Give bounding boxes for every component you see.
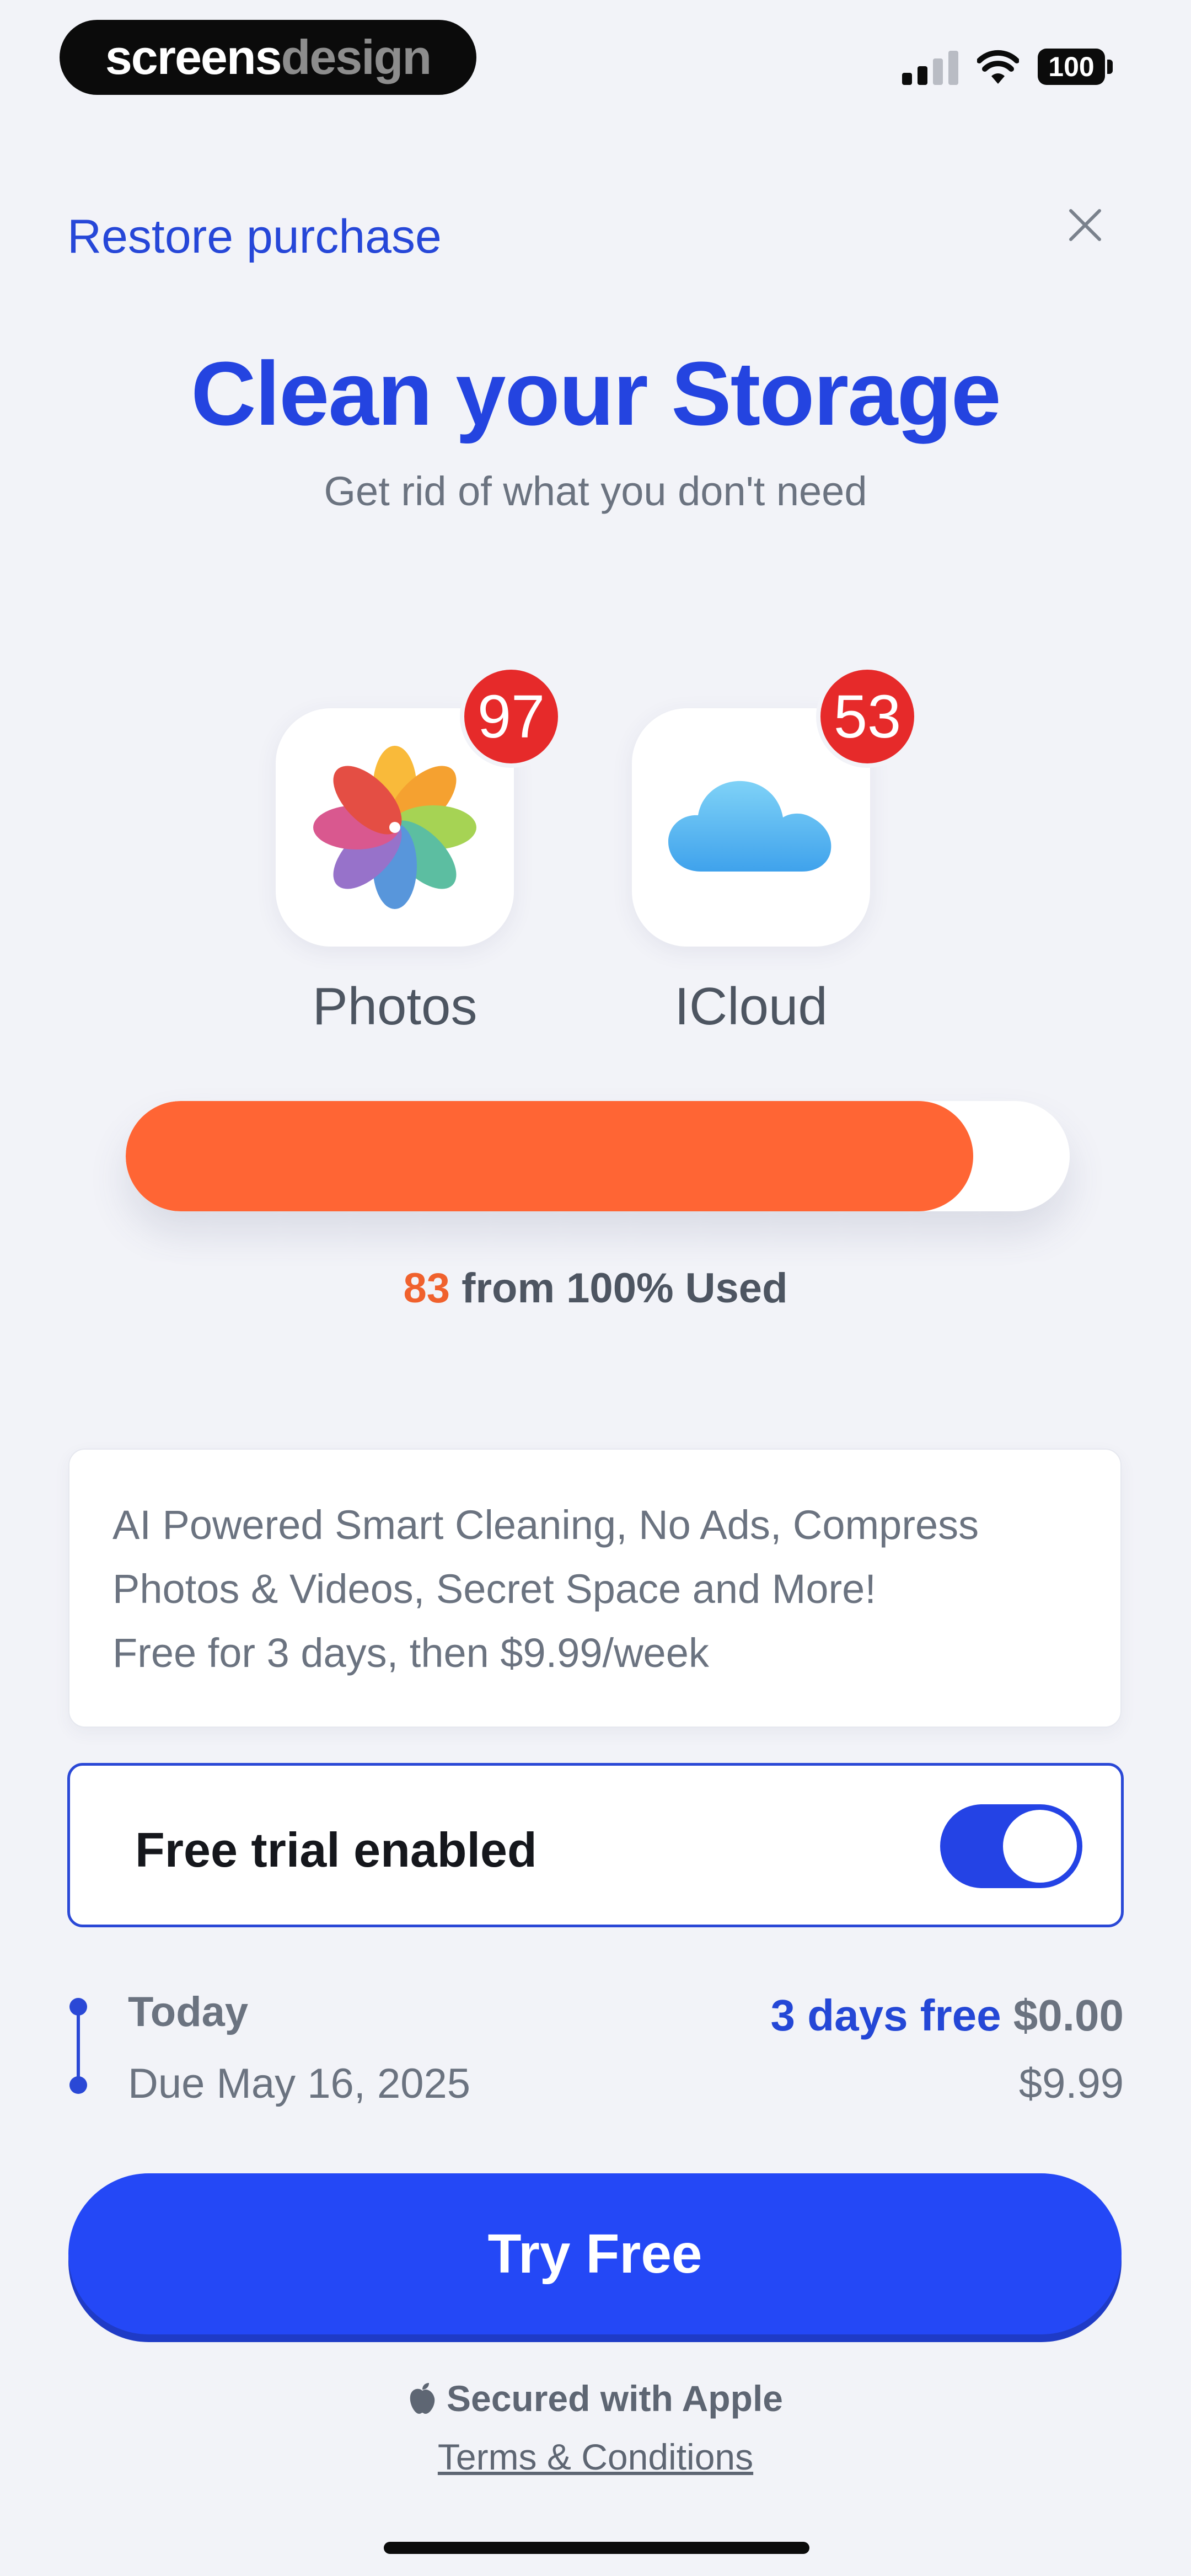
storage-used-suffix: from 100% Used (450, 1265, 788, 1312)
watermark-text-design: design (281, 30, 432, 84)
screensdesign-watermark: screens design (60, 20, 476, 95)
today-label: Today (128, 1989, 249, 2035)
features-card: AI Powered Smart Cleaning, No Ads, Compr… (68, 1449, 1122, 1728)
photos-count-badge: 97 (460, 665, 562, 768)
icloud-app-icon (668, 781, 831, 872)
close-icon[interactable] (1065, 205, 1105, 245)
storage-progress-bar (126, 1101, 1070, 1211)
feature-line-2: Photos & Videos, Secret Space and More! (112, 1566, 876, 1612)
photos-label: Photos (312, 977, 478, 1036)
today-price-row: 3 days free $0.00 (771, 1990, 1124, 2041)
apple-icon (410, 2383, 435, 2414)
page-subtitle: Get rid of what you don't need (324, 468, 867, 514)
wifi-icon (977, 50, 1019, 84)
feature-line-3: Free for 3 days, then $9.99/week (112, 1630, 709, 1676)
terms-conditions-link[interactable]: Terms & Conditions (0, 2436, 1191, 2478)
try-free-button[interactable]: Try Free (68, 2173, 1122, 2334)
battery-nub (1107, 60, 1113, 74)
icloud-count-badge: 53 (816, 665, 919, 768)
free-trial-label: Free trial enabled (135, 1823, 537, 1877)
secured-label: Secured with Apple (447, 2378, 783, 2419)
icloud-label: ICloud (674, 977, 828, 1036)
photos-app-icon (313, 746, 476, 909)
feature-line-1: AI Powered Smart Cleaning, No Ads, Compr… (112, 1502, 979, 1548)
page-title: Clean your Storage (191, 343, 1001, 444)
storage-used-value: 83 (403, 1265, 450, 1312)
secured-with-apple: Secured with Apple (0, 2377, 1191, 2419)
cellular-signal-icon (902, 51, 958, 85)
timeline-dot-today (69, 1998, 87, 2016)
due-price: $9.99 (1018, 2060, 1124, 2107)
free-trial-row[interactable]: Free trial enabled (67, 1763, 1124, 1927)
restore-purchase-link[interactable]: Restore purchase (67, 210, 442, 264)
toggle-knob (1003, 1810, 1077, 1883)
due-date-label: Due May 16, 2025 (128, 2060, 471, 2107)
free-days-label: 3 days free (770, 1991, 1001, 2040)
timeline-line (77, 2006, 80, 2086)
storage-usage-text: 83 from 100% Used (0, 1264, 1191, 1312)
free-trial-toggle[interactable] (940, 1804, 1082, 1888)
storage-progress-fill (126, 1101, 973, 1211)
timeline-dot-due (69, 2076, 87, 2094)
watermark-text-screens: screens (105, 30, 282, 84)
today-price: $0.00 (1013, 1991, 1124, 2040)
home-indicator (384, 2542, 809, 2554)
battery-indicator: 100 (1038, 49, 1105, 85)
